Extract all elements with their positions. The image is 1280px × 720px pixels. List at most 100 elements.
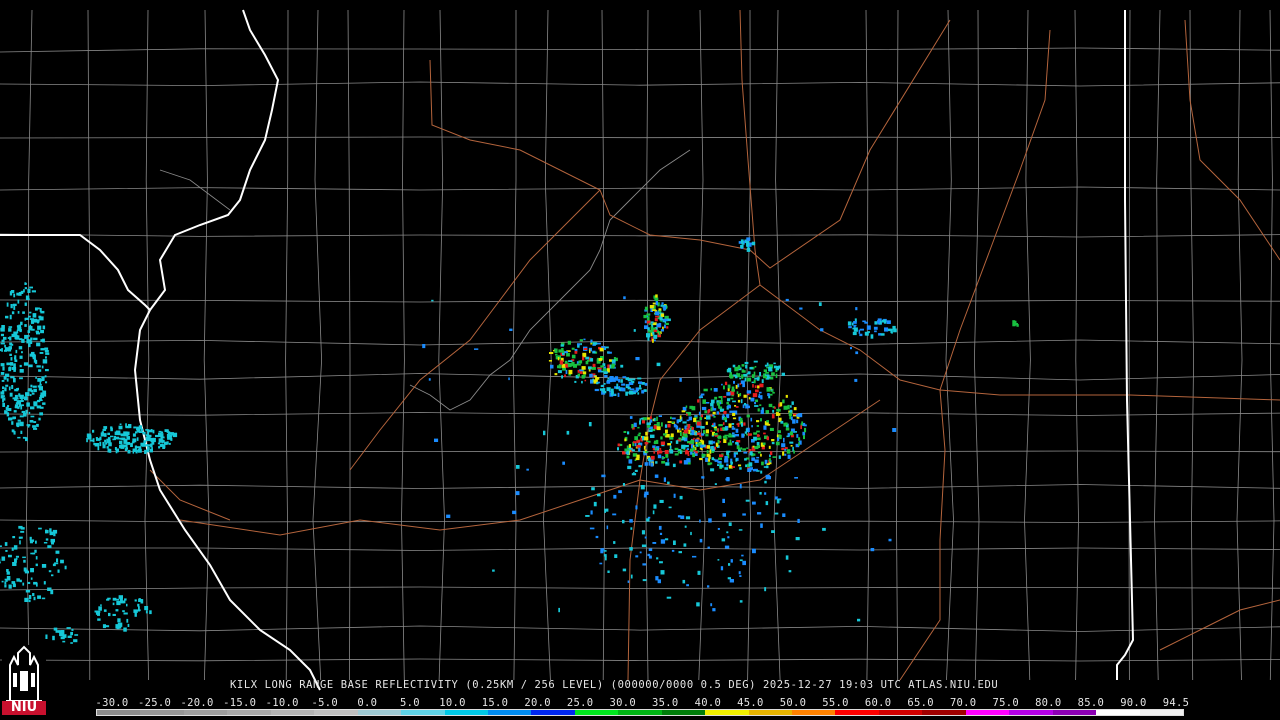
echo-pixel	[669, 449, 674, 454]
echo-pixel	[631, 449, 635, 452]
echo-pixel	[732, 412, 736, 416]
echo-pixel	[785, 298, 789, 301]
highway-line	[1184, 19, 1280, 261]
echo-pixel	[608, 351, 612, 354]
echo-pixel	[753, 436, 757, 441]
echo-pixel	[1, 339, 5, 343]
echo-pixel	[793, 450, 795, 454]
echo-pixel	[27, 288, 31, 293]
echo-pixel	[86, 438, 88, 443]
echo-pixel	[646, 518, 650, 522]
echo-pixel	[752, 501, 756, 505]
echo-pixel	[23, 289, 25, 293]
echo-pixel	[27, 339, 32, 342]
echo-pixel	[864, 321, 868, 324]
echo-pixel	[28, 599, 31, 603]
echo-pixel	[627, 465, 632, 470]
echo-pixel	[751, 241, 756, 246]
echo-pixel	[42, 402, 46, 405]
echo-pixel	[151, 441, 155, 445]
echo-pixel	[654, 318, 658, 322]
echo-pixel	[135, 431, 138, 434]
echo-pixel	[644, 306, 648, 311]
echo-pixel	[641, 417, 644, 420]
echo-pixel	[592, 342, 598, 345]
echo-pixel	[4, 344, 6, 348]
county-line	[1024, 9, 1031, 681]
echo-pixel	[713, 422, 716, 427]
echo-pixel	[695, 451, 698, 454]
echo-pixel	[626, 455, 630, 459]
echo-pixel	[39, 352, 44, 354]
radar-map[interactable]	[0, 0, 1280, 720]
colorbar-segment	[183, 710, 228, 715]
echo-pixel	[126, 431, 130, 436]
echo-pixel	[9, 353, 12, 356]
echo-pixel	[698, 430, 700, 433]
product-caption: KILX LONG RANGE BASE REFLECTIVITY (0.25K…	[230, 679, 999, 691]
echo-pixel	[703, 388, 708, 392]
echo-pixel	[637, 434, 641, 437]
echo-pixel	[656, 422, 660, 427]
echo-pixel	[654, 474, 659, 478]
echo-pixel	[106, 598, 110, 601]
echo-pixel	[550, 364, 554, 369]
echo-pixel	[702, 399, 706, 404]
echo-pixel	[766, 420, 769, 423]
colorbar-segment	[922, 710, 966, 715]
echo-pixel	[158, 434, 162, 437]
colorbar-label: -20.0	[180, 697, 214, 709]
echo-pixel	[884, 327, 889, 332]
echo-pixel	[653, 504, 657, 509]
echo-pixel	[739, 467, 742, 470]
echo-pixel	[731, 423, 735, 425]
echo-pixel	[606, 387, 611, 392]
echo-pixel	[697, 399, 700, 403]
echo-pixel	[42, 325, 46, 330]
echo-pixel	[626, 450, 630, 455]
echo-pixel	[112, 613, 116, 616]
tower-icon	[2, 645, 46, 703]
echo-pixel	[660, 304, 663, 307]
echo-pixel	[17, 387, 19, 391]
echo-pixel	[727, 405, 731, 409]
echo-pixel	[853, 327, 858, 332]
echo-pixel	[704, 410, 708, 414]
echo-pixel	[782, 513, 786, 517]
echo-pixel	[754, 366, 757, 368]
echo-pixel	[10, 304, 13, 309]
colorbar-segment	[97, 710, 141, 715]
echo-pixel	[614, 376, 619, 380]
echo-pixel	[671, 549, 675, 552]
echo-pixel	[721, 383, 723, 386]
echo-pixel	[599, 562, 603, 565]
echo-pixel	[781, 443, 786, 448]
echo-pixel	[16, 329, 19, 334]
echo-pixel	[679, 495, 683, 500]
echo-pixel	[105, 442, 108, 445]
echo-pixel	[19, 404, 24, 407]
colorbar-label: 45.0	[737, 697, 764, 709]
colorbar-segment	[1139, 710, 1183, 715]
echo-pixel	[739, 600, 743, 603]
echo-pixel	[723, 385, 725, 390]
echo-pixel	[618, 379, 620, 383]
echo-pixel	[4, 387, 7, 392]
echo-pixel	[582, 371, 587, 375]
echo-pixel	[732, 425, 734, 428]
echo-pixel	[6, 571, 10, 575]
echo-pixel	[721, 538, 726, 542]
echo-pixel	[853, 325, 856, 328]
echo-pixel	[765, 372, 769, 374]
echo-pixel	[22, 556, 26, 559]
echo-pixel	[769, 451, 773, 455]
echo-pixel	[13, 545, 18, 550]
echo-pixel	[859, 333, 863, 337]
echo-pixel	[750, 417, 753, 422]
echo-pixel	[665, 454, 669, 458]
colorbar-segment	[748, 710, 792, 715]
echo-pixel	[133, 426, 137, 429]
echo-pixel	[422, 344, 426, 349]
county-line	[0, 625, 1280, 632]
colorbar-label: 0.0	[357, 697, 378, 709]
